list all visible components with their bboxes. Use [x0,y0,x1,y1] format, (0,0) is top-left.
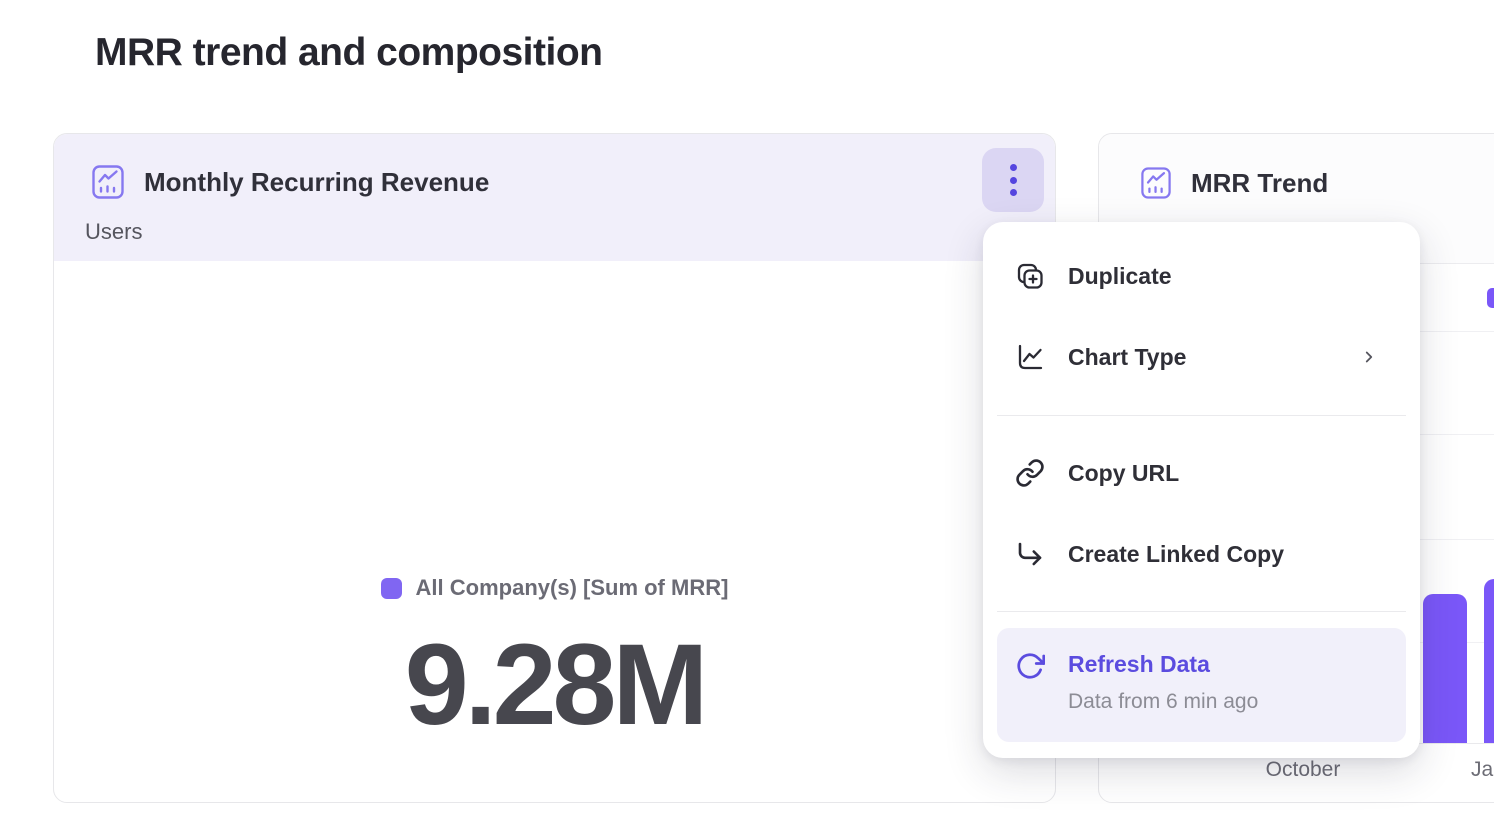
menu-item-label: Refresh Data [1068,649,1258,679]
kpi-card: Monthly Recurring Revenue Users All Comp… [53,133,1056,803]
duplicate-icon [1015,261,1045,291]
chart-type-icon [1015,342,1045,372]
menu-item-refresh-data[interactable]: Refresh Data Data from 6 min ago [997,628,1406,742]
kpi-card-title: Monthly Recurring Revenue [144,167,489,198]
menu-item-chart-type[interactable]: Chart Type [983,328,1420,386]
card-context-menu: Duplicate Chart Type Copy URL Create Lin… [983,222,1420,758]
kpi-legend[interactable]: All Company(s) [Sum of MRR] [54,575,1055,601]
chevron-right-icon [1360,348,1378,366]
legend-swatch [381,578,402,599]
corner-down-right-icon [1015,539,1045,569]
menu-item-duplicate[interactable]: Duplicate [983,247,1420,305]
refresh-data-age: Data from 6 min ago [1068,688,1258,716]
refresh-icon [1015,651,1045,681]
menu-item-label: Create Linked Copy [1068,541,1284,568]
menu-item-label: Chart Type [1068,344,1186,371]
chart-widget-icon [1141,166,1171,200]
kpi-card-header: Monthly Recurring Revenue Users [54,134,1055,261]
kpi-value: 9.28M [54,628,1055,743]
link-icon [1015,458,1045,488]
menu-item-label: Duplicate [1068,263,1172,290]
legend-label: All Company(s) [Sum of MRR] [416,575,729,601]
x-axis-label: October [1266,758,1341,782]
menu-item-create-linked-copy[interactable]: Create Linked Copy [983,525,1420,583]
x-axis-label: Ja [1471,758,1493,782]
bar[interactable] [1423,594,1467,743]
menu-item-copy-url[interactable]: Copy URL [983,444,1420,502]
kebab-dot [1010,177,1017,184]
menu-divider [997,415,1406,416]
page-title: MRR trend and composition [95,31,603,75]
kebab-dot [1010,189,1017,196]
kpi-card-subtitle: Users [85,219,142,245]
trend-card-title: MRR Trend [1191,168,1328,199]
bar-group [1423,134,1494,743]
menu-divider [997,611,1406,612]
bar[interactable] [1484,579,1494,743]
chart-widget-icon [92,164,124,200]
card-menu-button[interactable] [982,148,1044,212]
menu-item-label: Copy URL [1068,460,1179,487]
kebab-dot [1010,164,1017,171]
